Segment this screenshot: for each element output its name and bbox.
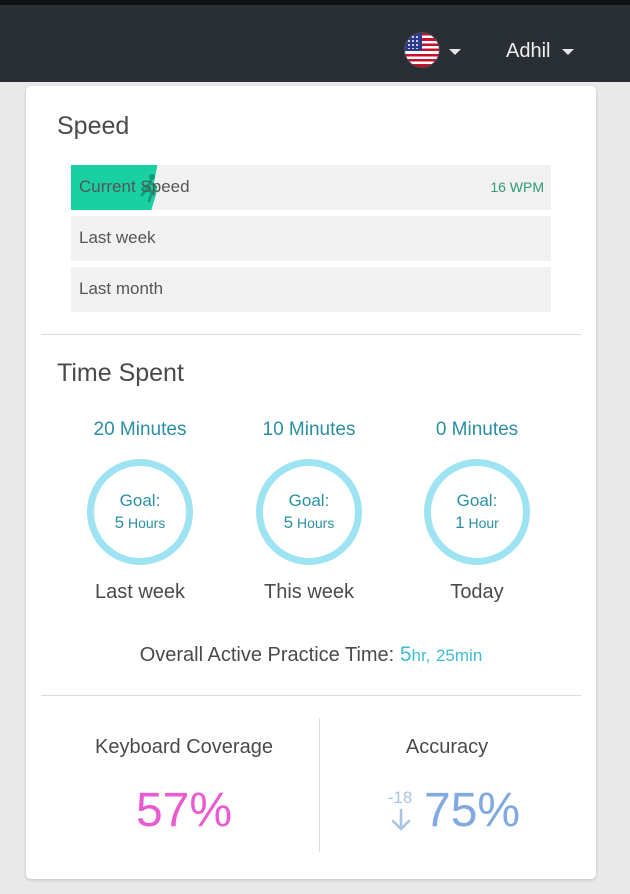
current-speed-bar: Current Speed 16 WPM (71, 165, 551, 210)
section-divider (41, 695, 581, 696)
goal-value: 5 Hours (283, 513, 335, 532)
current-speed-value: 16 WPM (490, 179, 544, 195)
arrow-down-icon (391, 808, 411, 831)
time-minutes: 20 Minutes (93, 419, 187, 440)
last-week-speed-bar: Last week (71, 216, 551, 261)
goal-ring: Goal: 1 Hour (424, 459, 530, 565)
accuracy-value: 75% (424, 784, 521, 837)
keyboard-coverage-label: Keyboard Coverage (95, 736, 273, 758)
goal-label: Goal: (456, 491, 498, 510)
overall-practice-time: Overall Active Practice Time: 5hr, 25min (26, 643, 596, 667)
time-column-today: 0 Minutes Goal: 1 Hour Today (392, 419, 562, 604)
current-speed-label: Current Speed (79, 177, 190, 196)
speed-title: Speed (57, 112, 130, 140)
last-month-speed-label: Last month (79, 279, 164, 298)
language-chevron-down-icon[interactable] (449, 49, 461, 55)
goal-value: 1 Hour (455, 513, 499, 532)
user-chevron-down-icon[interactable] (562, 49, 574, 55)
us-flag-icon[interactable] (405, 33, 439, 67)
top-navbar: Adhil (0, 0, 630, 82)
user-menu-name[interactable]: Adhil (506, 40, 550, 63)
time-minutes: 0 Minutes (435, 419, 519, 440)
time-column-last-week: 20 Minutes Goal: 5 Hours Last week (55, 419, 225, 604)
goal-label: Goal: (119, 491, 161, 510)
accuracy-label: Accuracy (405, 736, 489, 758)
overall-practice-value: 5hr, 25min (399, 643, 483, 666)
time-period-label: Last week (94, 581, 186, 603)
goal-ring: Goal: 5 Hours (256, 459, 362, 565)
section-divider (41, 334, 581, 335)
goal-value: 5 Hours (114, 513, 166, 532)
goal-label: Goal: (288, 491, 330, 510)
goal-ring: Goal: 5 Hours (87, 459, 193, 565)
last-month-speed-bar: Last month (71, 267, 551, 312)
time-minutes: 10 Minutes (262, 419, 356, 440)
keyboard-coverage-value: 57% (135, 784, 233, 837)
accuracy-delta: -18 (387, 788, 413, 807)
time-spent-title: Time Spent (57, 359, 184, 387)
time-column-this-week: 10 Minutes Goal: 5 Hours This week (224, 419, 394, 604)
last-week-speed-label: Last week (79, 228, 156, 247)
stats-card: Speed Current Speed 16 WPM Last week Las… (26, 86, 596, 879)
time-period-label: Today (450, 581, 504, 603)
time-period-label: This week (263, 581, 355, 603)
overall-practice-label: Overall Active Practice Time: (139, 644, 395, 666)
